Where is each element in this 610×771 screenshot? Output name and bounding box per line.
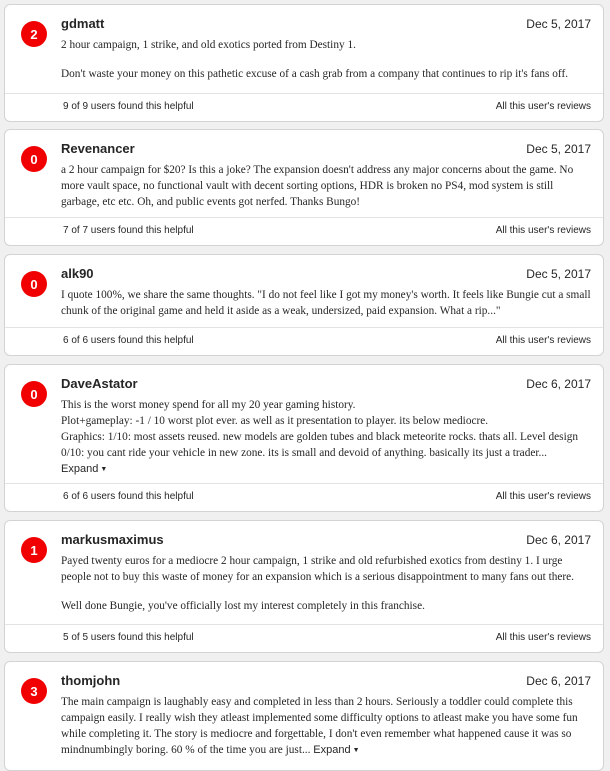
reviewer-name[interactable]: thomjohn (61, 673, 120, 688)
all-user-reviews-link[interactable]: All this user's reviews (496, 491, 591, 502)
review-footer: 7 of 7 users found this helpful All this… (5, 217, 603, 245)
score-badge: 2 (21, 21, 47, 47)
helpful-count: 6 of 6 users found this helpful (63, 491, 194, 502)
review-date: Dec 5, 2017 (526, 17, 591, 31)
review-text: a 2 hour campaign for $20? Is this a jok… (61, 162, 591, 210)
review-date: Dec 5, 2017 (526, 142, 591, 156)
helpful-count: 5 of 5 users found this helpful (63, 632, 194, 643)
helpful-count: 6 of 6 users found this helpful (63, 335, 194, 346)
review-paragraph: Graphics: 1/10: most assets reused. new … (61, 431, 579, 459)
review-card: 0 Revenancer Dec 5, 2017 a 2 hour campai… (4, 129, 604, 246)
review-footer: 5 of 5 users found this helpful All this… (5, 624, 603, 652)
all-user-reviews-link[interactable]: All this user's reviews (496, 101, 591, 112)
expand-label: Expand (61, 463, 99, 475)
review-card: 2 gdmatt Dec 5, 2017 2 hour campaign, 1 … (4, 4, 604, 122)
score-badge: 0 (21, 146, 47, 172)
review-card: 0 DaveAstator Dec 6, 2017 This is the wo… (4, 364, 604, 512)
review-text: The main campaign is laughably easy and … (61, 694, 591, 759)
review-text: Payed twenty euros for a mediocre 2 hour… (61, 553, 591, 614)
expand-label: Expand (313, 744, 351, 756)
helpful-count: 9 of 9 users found this helpful (63, 101, 194, 112)
review-date: Dec 6, 2017 (526, 533, 591, 547)
all-user-reviews-link[interactable]: All this user's reviews (496, 335, 591, 346)
review-text: This is the worst money spend for all my… (61, 397, 591, 478)
review-footer: 6 of 6 users found this helpful All this… (5, 483, 603, 511)
expand-button[interactable]: Expand ▼ (313, 744, 359, 756)
review-paragraph: Payed twenty euros for a mediocre 2 hour… (61, 555, 574, 583)
review-paragraph: Plot+gameplay: -1 / 10 worst plot ever. … (61, 415, 489, 427)
reviewer-name[interactable]: DaveAstator (61, 376, 138, 391)
reviewer-name[interactable]: Revenancer (61, 141, 135, 156)
review-paragraph: This is the worst money spend for all my… (61, 399, 356, 411)
review-footer: 6 of 6 users found this helpful All this… (5, 327, 603, 355)
caret-down-icon: ▼ (352, 747, 360, 754)
review-card: 3 thomjohn Dec 6, 2017 The main campaign… (4, 661, 604, 771)
review-date: Dec 6, 2017 (526, 674, 591, 688)
review-date: Dec 6, 2017 (526, 377, 591, 391)
reviewer-name[interactable]: alk90 (61, 266, 94, 281)
score-badge: 0 (21, 381, 47, 407)
review-paragraph: 2 hour campaign, 1 strike, and old exoti… (61, 39, 356, 51)
review-text: I quote 100%, we share the same thoughts… (61, 287, 591, 319)
expand-button[interactable]: Expand ▼ (61, 463, 107, 475)
caret-down-icon: ▼ (100, 466, 108, 473)
reviewer-name[interactable]: markusmaximus (61, 532, 164, 547)
review-paragraph: Well done Bungie, you've officially lost… (61, 600, 425, 612)
review-text: 2 hour campaign, 1 strike, and old exoti… (61, 37, 591, 82)
all-user-reviews-link[interactable]: All this user's reviews (496, 225, 591, 236)
helpful-count: 7 of 7 users found this helpful (63, 225, 194, 236)
review-paragraph: a 2 hour campaign for $20? Is this a jok… (61, 164, 574, 208)
review-footer: 9 of 9 users found this helpful All this… (5, 93, 603, 121)
review-card: 1 markusmaximus Dec 6, 2017 Payed twenty… (4, 520, 604, 653)
reviewer-name[interactable]: gdmatt (61, 16, 104, 31)
review-paragraph: I quote 100%, we share the same thoughts… (61, 289, 591, 317)
review-paragraph: Don't waste your money on this pathetic … (61, 68, 569, 80)
score-badge: 0 (21, 271, 47, 297)
score-badge: 3 (21, 678, 47, 704)
score-badge: 1 (21, 537, 47, 563)
review-date: Dec 5, 2017 (526, 267, 591, 281)
all-user-reviews-link[interactable]: All this user's reviews (496, 632, 591, 643)
review-card: 0 alk90 Dec 5, 2017 I quote 100%, we sha… (4, 254, 604, 356)
